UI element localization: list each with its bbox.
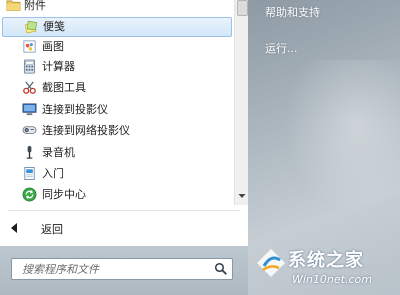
programs-panel: 附件 便笺 画图 计算器 截图工具 连接到投影仪 连接到网络投影仪 录音机 入门…	[0, 0, 249, 246]
projector-icon	[22, 103, 37, 116]
list-item-label: 连接到网络投影仪	[42, 124, 130, 137]
list-item-calculator[interactable]: 计算器	[0, 57, 232, 77]
watermark: 系统之家 Win10net.com	[232, 240, 400, 295]
network-projector-icon	[22, 126, 37, 134]
list-item-accessories-folder[interactable]: 附件	[0, 0, 232, 16]
list-item-sound-recorder[interactable]: 录音机	[0, 143, 232, 163]
list-item-label: 同步中心	[42, 188, 86, 201]
list-item-label: 录音机	[42, 146, 75, 159]
scrollbar-thumb[interactable]	[237, 0, 248, 16]
getting-started-icon	[24, 167, 35, 180]
microphone-icon	[26, 145, 33, 159]
vertical-scrollbar[interactable]	[234, 0, 249, 205]
calculator-icon	[23, 59, 36, 74]
list-item-label: 画图	[42, 40, 64, 53]
snipping-tool-icon	[23, 81, 36, 94]
back-label: 返回	[41, 223, 63, 236]
search-input[interactable]	[12, 259, 222, 279]
list-item-paint[interactable]: 画图	[0, 37, 232, 57]
list-item-label: 便笺	[43, 20, 65, 33]
list-item-snipping-tool[interactable]: 截图工具	[0, 78, 232, 98]
search-icon[interactable]	[214, 262, 228, 276]
watermark-title: 系统之家	[288, 250, 364, 271]
paint-icon	[23, 40, 36, 53]
list-item-connect-network-projector[interactable]: 连接到网络投影仪	[0, 121, 232, 141]
help-and-support-link[interactable]: 帮助和支持	[265, 4, 320, 20]
list-item-label: 入门	[42, 167, 64, 180]
watermark-url: Win10net.com	[292, 273, 372, 286]
list-item-connect-projector[interactable]: 连接到投影仪	[0, 100, 232, 120]
watermark-logo-icon	[257, 249, 285, 277]
search-box[interactable]	[11, 258, 233, 280]
run-link[interactable]: 运行...	[265, 40, 298, 56]
list-item-label: 附件	[24, 0, 46, 12]
scroll-down-arrow-icon[interactable]	[237, 191, 247, 201]
back-button[interactable]: 返回	[0, 214, 246, 242]
folder-icon	[6, 0, 21, 12]
sync-center-icon	[22, 187, 37, 202]
list-item-label: 连接到投影仪	[42, 103, 108, 116]
panel-glow	[278, 60, 400, 220]
divider	[8, 210, 240, 211]
back-arrow-icon	[11, 223, 17, 233]
search-strip	[0, 246, 248, 295]
list-item-sync-center[interactable]: 同步中心	[0, 185, 232, 205]
list-item-label: 截图工具	[42, 81, 86, 94]
programs-list: 附件 便笺 画图 计算器 截图工具 连接到投影仪 连接到网络投影仪 录音机 入门…	[0, 0, 234, 205]
list-item-getting-started[interactable]: 入门	[0, 164, 232, 184]
list-item-sticky-notes[interactable]: 便笺	[2, 17, 232, 37]
sticky-notes-icon	[24, 20, 38, 34]
list-item-label: 计算器	[42, 60, 75, 73]
